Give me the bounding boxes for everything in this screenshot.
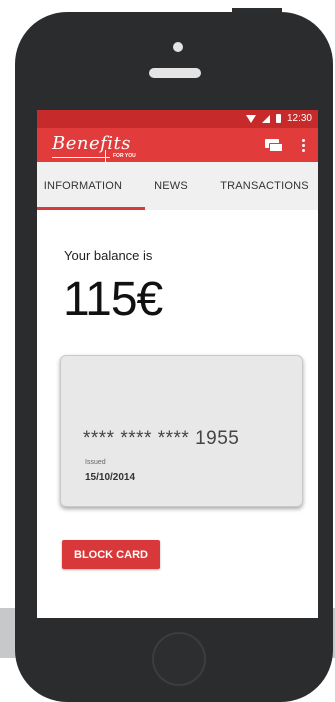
balance-amount: 115€: [63, 273, 163, 326]
home-button[interactable]: [152, 632, 206, 686]
tab-bar: INFORMATION NEWS TRANSACTIONS: [37, 162, 318, 210]
signal-icon: [261, 114, 270, 123]
card-issued-label: Issued: [85, 459, 106, 466]
phone-screen: 12:30 Benefits FOR YOU INFORMATION NEWS …: [37, 110, 318, 618]
tab-news[interactable]: NEWS: [141, 162, 201, 210]
status-bar: 12:30: [37, 110, 318, 128]
speaker-grill: [149, 68, 201, 78]
more-icon[interactable]: [300, 138, 306, 154]
wifi-icon: [245, 114, 256, 123]
benefit-card[interactable]: **** **** **** 1955 Issued 15/10/2014: [60, 355, 303, 507]
logo-underline: [52, 157, 110, 158]
logo-plus-mark: [105, 150, 106, 162]
app-logo: Benefits: [52, 133, 132, 154]
status-time: 12:30: [286, 113, 312, 124]
app-bar: Benefits FOR YOU: [37, 128, 318, 162]
active-tab-indicator: [37, 207, 145, 210]
balance-label: Your balance is: [64, 248, 153, 263]
app-logo-subtitle: FOR YOU: [113, 153, 136, 159]
block-card-button[interactable]: BLOCK CARD: [62, 540, 160, 569]
card-number: **** **** **** 1955: [83, 428, 240, 449]
card-issued-date: 15/10/2014: [85, 472, 136, 483]
front-camera: [173, 42, 183, 52]
tab-transactions[interactable]: TRANSACTIONS: [211, 162, 318, 210]
chat-icon[interactable]: [265, 139, 283, 152]
tab-information[interactable]: INFORMATION: [37, 162, 129, 210]
battery-icon: [275, 114, 281, 123]
